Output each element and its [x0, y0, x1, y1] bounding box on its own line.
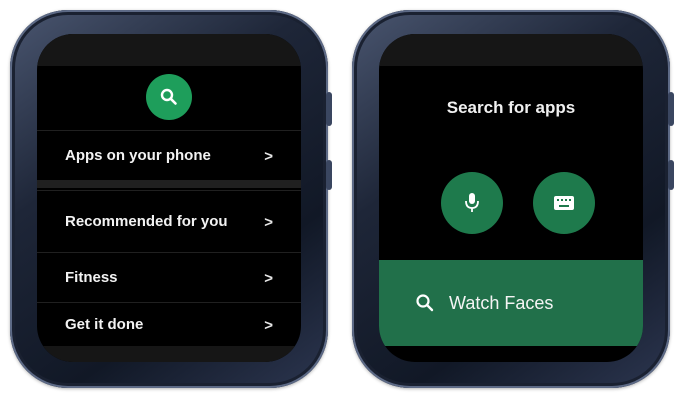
digital-crown[interactable]: [326, 92, 332, 126]
watch-device-right: Search for apps Watch Faces: [352, 10, 674, 388]
keyboard-icon: [554, 196, 574, 210]
microphone-icon: [465, 193, 479, 212]
divider: [37, 180, 301, 188]
list-item-label: Fitness: [65, 269, 118, 286]
voice-search-button[interactable]: [441, 172, 503, 234]
list-item-label: Get it done: [65, 316, 144, 333]
digital-crown[interactable]: [668, 92, 674, 126]
search-button[interactable]: [146, 74, 192, 120]
watch-screen-left: Apps on your phone > Recommended for you…: [37, 34, 301, 362]
side-button[interactable]: [326, 160, 332, 190]
search-suggestion-watch-faces[interactable]: Watch Faces: [379, 260, 643, 346]
list-item-recommended[interactable]: Recommended for you >: [37, 190, 301, 253]
chevron-right-icon: >: [264, 213, 273, 231]
list-item-fitness[interactable]: Fitness >: [37, 252, 301, 303]
status-area: [37, 34, 301, 66]
chevron-right-icon: >: [264, 316, 273, 334]
bottom-area: [37, 346, 301, 362]
chevron-right-icon: >: [264, 269, 273, 287]
side-button[interactable]: [668, 160, 674, 190]
keyboard-button[interactable]: [533, 172, 595, 234]
status-area: [379, 34, 643, 66]
search-icon: [416, 294, 434, 312]
list-item-get-it-done[interactable]: Get it done >: [37, 302, 301, 347]
chevron-right-icon: >: [264, 147, 273, 165]
page-title: Search for apps: [446, 98, 576, 117]
watch-device-left: Apps on your phone > Recommended for you…: [10, 10, 332, 388]
list-item-label: Apps on your phone: [65, 147, 211, 164]
list-item-label: Recommended for you: [65, 213, 228, 230]
search-icon: [160, 88, 177, 105]
watch-screen-right: Search for apps Watch Faces: [379, 34, 643, 362]
suggestion-label: Watch Faces: [449, 292, 554, 313]
list-item-apps-on-phone[interactable]: Apps on your phone >: [37, 130, 301, 181]
